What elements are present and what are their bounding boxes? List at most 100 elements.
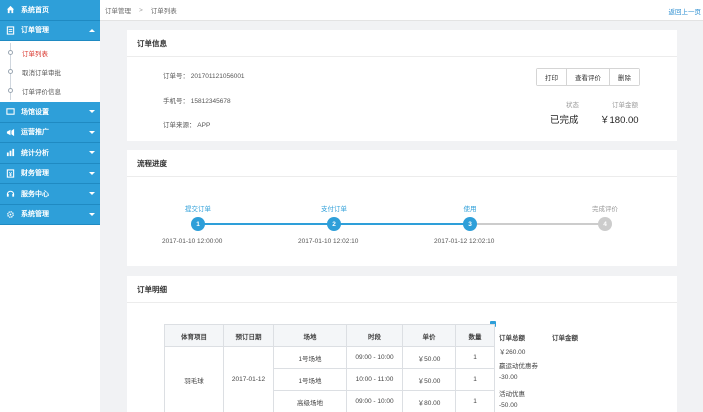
step-circle: 1: [191, 217, 205, 231]
nav-venue-label: 场馆设置: [21, 108, 49, 116]
crumb-separator: >: [139, 6, 143, 14]
venue-cell: 高级场地: [273, 390, 347, 412]
order-detail-panel: 订单明细 体育项目 预订日期 场地 时段 单价 数量 羽毛球 2017-01-1…: [127, 276, 677, 412]
qty-cell: 1: [455, 346, 495, 369]
nav-order-mgmt-label: 订单管理: [21, 27, 49, 35]
progress-panel: 流程进度 提交订单 支付订单 使用 完成评价 1 2 3 4 2017-01-1…: [127, 150, 677, 266]
step-circle: 4: [598, 217, 612, 231]
chart-icon: [6, 148, 15, 157]
nav-venue[interactable]: 场馆设置: [0, 102, 100, 123]
venue-icon: [6, 107, 15, 116]
nav-marketing[interactable]: 运营推广: [0, 122, 100, 143]
col-header: 场地: [273, 324, 347, 347]
nav-home[interactable]: 系统首页: [0, 0, 100, 21]
nav-finance[interactable]: ¥ 财务管理: [0, 163, 100, 184]
bullet-icon: [8, 88, 13, 93]
nav-system[interactable]: 系统管理: [0, 204, 100, 225]
progress-title: 流程进度: [127, 150, 677, 177]
step-time: 2017-01-10 12:02:10: [298, 238, 359, 245]
action-buttons: 打印 查看评价 删除: [536, 68, 640, 86]
bullet-icon: [8, 50, 13, 55]
phone-number: 手机号： 15812345678: [163, 98, 231, 105]
status-value: 已完成: [550, 115, 579, 126]
col-header: 预订日期: [223, 324, 274, 347]
step-label: 支付订单: [321, 206, 347, 213]
step-label: 提交订单: [185, 206, 211, 213]
chevron-up-icon: [89, 28, 95, 32]
chevron-down-icon: [89, 171, 95, 175]
chevron-down-icon: [89, 110, 95, 113]
price-cell: ￥50.00: [402, 346, 456, 369]
svg-text:¥: ¥: [9, 172, 12, 178]
back-link[interactable]: 返回上一页: [669, 6, 702, 16]
step-time: 2017-01-10 12:00:00: [162, 238, 223, 245]
breadcrumb: 订单管理 > 订单列表 返回上一页: [100, 0, 703, 21]
nav-finance-label: 财务管理: [21, 170, 49, 178]
sub-item-label: 取消订单审批: [22, 69, 61, 77]
step-label: 完成评价: [592, 206, 618, 213]
qty-cell: 1: [455, 368, 495, 391]
nav-service-label: 服务中心: [21, 190, 49, 198]
amount-value: ￥180.00: [600, 115, 639, 126]
order-source: 订单来源： APP: [163, 122, 211, 129]
status-label: 状态: [566, 102, 579, 109]
venue-cell: 1号场地: [273, 346, 347, 369]
chevron-down-icon: [89, 151, 95, 154]
gear-icon: [6, 210, 15, 219]
delete-button[interactable]: 删除: [610, 69, 639, 85]
nav-stats-label: 统计分析: [21, 149, 49, 157]
nav-home-label: 系统首页: [21, 6, 49, 14]
sub-item-reviews[interactable]: 订单评价信息: [0, 81, 100, 100]
crumb-order-list: 订单列表: [150, 8, 177, 15]
sidebar: 系统首页 订单管理 订单列表 取消订单审批 订单评价信息 场馆设置 运营推广 统…: [0, 0, 100, 412]
time-cell: 09:00 - 10:00: [346, 346, 403, 369]
col-header: 单价: [402, 324, 456, 347]
summary-coupon-label: 赢运动优惠券: [499, 363, 538, 370]
step-circle: 3: [463, 217, 477, 231]
time-cell: 10:00 - 11:00: [346, 368, 403, 391]
col-header: 体育项目: [164, 324, 224, 347]
qty-cell: 1: [455, 390, 495, 412]
order-number: 订单号： 201701121056001: [163, 73, 245, 80]
order-icon: [6, 26, 15, 35]
summary-total: ￥260.00: [499, 349, 526, 356]
summary-header-total: 订单总额: [499, 335, 525, 342]
nav-system-label: 系统管理: [21, 211, 49, 219]
summary-coupon-value: -30.00: [499, 374, 518, 381]
megaphone-icon: [6, 128, 15, 137]
date-cell: 2017-01-12: [223, 346, 274, 412]
summary-promo-label: 活动优惠: [499, 391, 525, 398]
nav-stats[interactable]: 统计分析: [0, 143, 100, 164]
nav-marketing-label: 运营推广: [21, 129, 49, 137]
sport-cell: 羽毛球: [164, 346, 224, 412]
view-review-button[interactable]: 查看评价: [567, 69, 610, 85]
col-header: 数量: [455, 324, 495, 347]
order-detail-table: 体育项目 预订日期 场地 时段 单价 数量 羽毛球 2017-01-12 1号场…: [164, 324, 495, 412]
progress-track-pending: [470, 223, 605, 225]
ledger-icon: ¥: [6, 169, 15, 178]
price-cell: ￥80.00: [402, 390, 456, 412]
table-row: 羽毛球 2017-01-12 1号场地 09:00 - 10:00 ￥50.00…: [164, 346, 495, 412]
chevron-down-icon: [89, 212, 95, 216]
nav-service[interactable]: 服务中心: [0, 184, 100, 205]
sub-item-order-list[interactable]: 订单列表: [0, 43, 100, 62]
venue-cell: 1号场地: [273, 368, 347, 391]
order-submenu: 订单列表 取消订单审批 订单评价信息: [0, 41, 100, 102]
crumb-order-mgmt[interactable]: 订单管理: [105, 5, 131, 15]
nav-order-mgmt[interactable]: 订单管理: [0, 20, 100, 41]
step-label: 使用: [463, 206, 477, 213]
home-icon: [6, 5, 15, 14]
summary-header-amount: 订单金额: [552, 335, 578, 342]
chevron-down-icon: [89, 192, 95, 195]
sub-item-label: 订单列表: [22, 50, 48, 58]
print-button[interactable]: 打印: [537, 69, 567, 85]
price-cell: ￥50.00: [402, 368, 456, 391]
headset-icon: [6, 189, 15, 198]
sub-item-label: 订单评价信息: [22, 88, 61, 96]
table-header-row: 体育项目 预订日期 场地 时段 单价 数量: [164, 324, 495, 347]
order-info-title: 订单信息: [127, 30, 677, 57]
time-cell: 09:00 - 10:00: [346, 390, 403, 412]
step-time: 2017-01-12 12:02:10: [434, 238, 495, 245]
sub-item-cancel-approval[interactable]: 取消订单审批: [0, 62, 100, 81]
chevron-down-icon: [89, 130, 95, 134]
